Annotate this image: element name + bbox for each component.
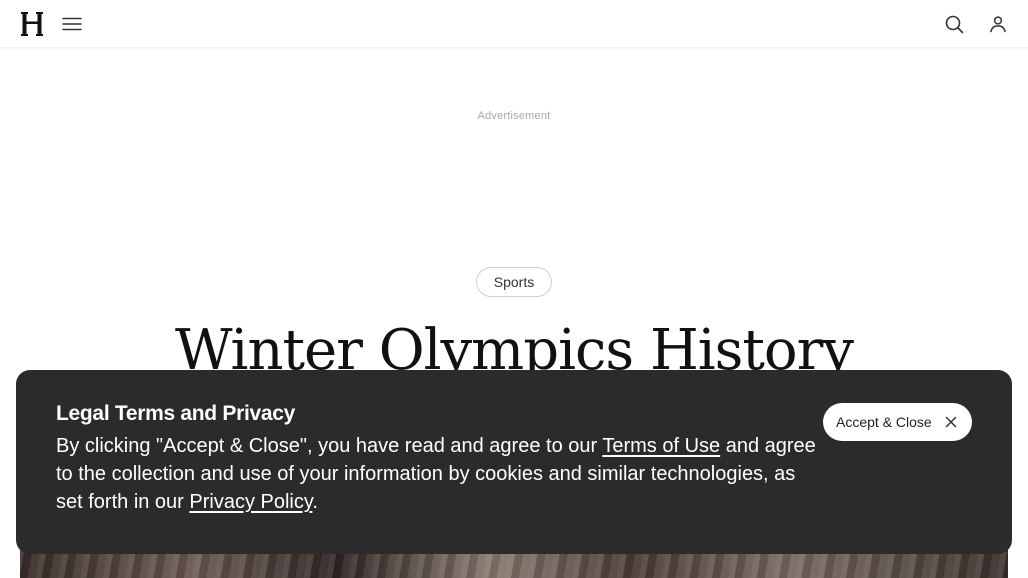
search-button[interactable] (942, 12, 966, 36)
site-logo[interactable] (20, 11, 44, 37)
banner-title: Legal Terms and Privacy (56, 402, 295, 425)
banner-text-end: . (312, 491, 318, 513)
accept-close-button[interactable]: Accept & Close (823, 403, 972, 441)
cookie-consent-banner: Legal Terms and Privacy By clicking "Acc… (16, 370, 1012, 554)
category-tag[interactable]: Sports (476, 267, 552, 297)
menu-button[interactable] (60, 12, 84, 36)
site-header (0, 0, 1028, 48)
account-button[interactable] (986, 12, 1010, 36)
user-account-icon (990, 16, 1006, 33)
banner-text: By clicking "Accept & Close", you have r… (56, 432, 826, 516)
close-icon (945, 416, 957, 428)
hamburger-menu-icon (62, 17, 82, 31)
search-icon (945, 15, 964, 34)
privacy-policy-link[interactable]: Privacy Policy (189, 491, 312, 513)
advertisement-label: Advertisement (477, 110, 551, 122)
logo-h-icon (21, 12, 43, 36)
accept-close-label: Accept & Close (836, 414, 932, 430)
terms-of-use-link[interactable]: Terms of Use (602, 435, 720, 457)
banner-text-intro: By clicking "Accept & Close", you have r… (56, 435, 603, 457)
